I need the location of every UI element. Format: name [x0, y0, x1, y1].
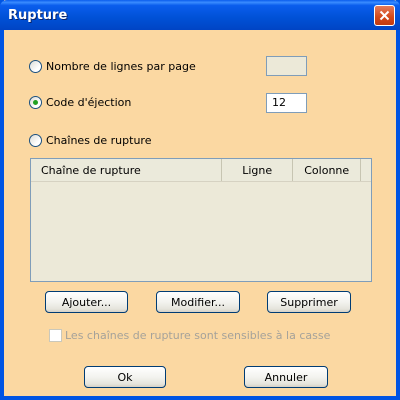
rupture-dialog: Rupture Nombre de lignes par page Code d… — [0, 0, 400, 400]
case-sensitive-label: Les chaînes de rupture sont sensibles à … — [65, 329, 331, 342]
dialog-title: Rupture — [8, 8, 68, 23]
lines-per-page-option[interactable]: Nombre de lignes par page — [29, 58, 196, 74]
column-header-column[interactable]: Colonne — [293, 159, 361, 181]
title-bar[interactable]: Rupture — [0, 0, 400, 30]
column-header-filler — [361, 159, 371, 181]
eject-code-input[interactable]: 12 — [266, 93, 307, 113]
break-strings-radio[interactable] — [29, 133, 42, 147]
delete-button[interactable]: Supprimer — [267, 291, 351, 313]
close-button[interactable] — [374, 5, 395, 26]
case-sensitive-checkbox[interactable] — [49, 329, 62, 342]
add-button[interactable]: Ajouter... — [45, 291, 128, 313]
break-strings-label: Chaînes de rupture — [46, 133, 152, 147]
eject-code-label: Code d'éjection — [46, 95, 132, 109]
lines-per-page-input[interactable] — [266, 56, 307, 76]
column-header-break-string[interactable]: Chaîne de rupture — [31, 159, 222, 181]
break-strings-option[interactable]: Chaînes de rupture — [29, 132, 151, 148]
break-strings-table[interactable]: Chaîne de rupture Ligne Colonne — [30, 158, 372, 282]
lines-per-page-label: Nombre de lignes par page — [46, 59, 196, 73]
close-icon — [379, 10, 390, 21]
case-sensitive-option[interactable]: Les chaînes de rupture sont sensibles à … — [49, 329, 330, 342]
cancel-button[interactable]: Annuler — [244, 366, 328, 388]
lines-per-page-radio[interactable] — [29, 59, 42, 73]
edit-button[interactable]: Modifier... — [156, 291, 240, 313]
ok-button[interactable]: Ok — [84, 366, 166, 388]
table-header: Chaîne de rupture Ligne Colonne — [31, 159, 371, 182]
eject-code-option[interactable]: Code d'éjection — [29, 94, 131, 110]
eject-code-radio[interactable] — [29, 95, 42, 109]
column-header-line[interactable]: Ligne — [222, 159, 294, 181]
